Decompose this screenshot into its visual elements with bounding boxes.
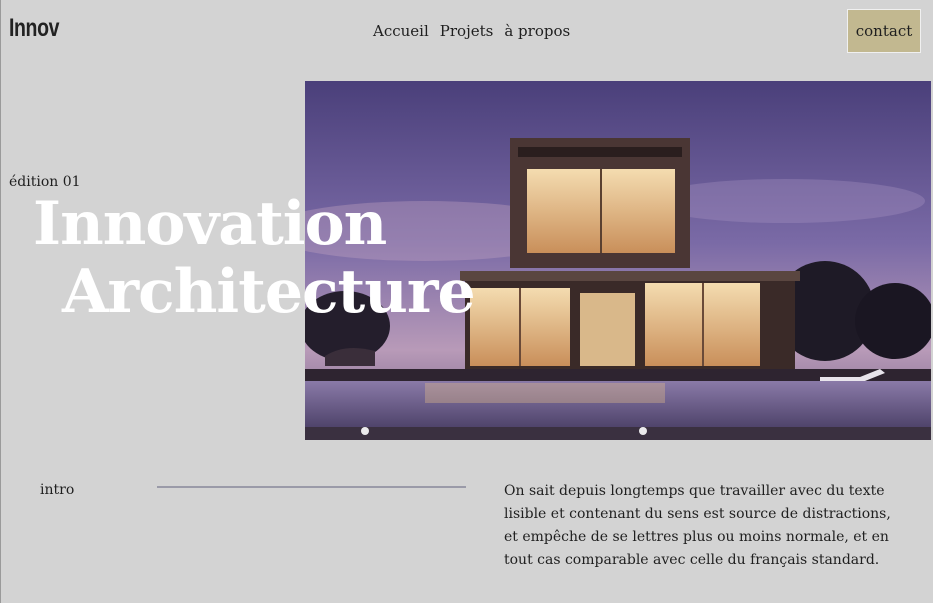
nav-item-accueil[interactable]: Accueil (373, 22, 429, 40)
hero-title: Innovation Architecture (33, 189, 476, 327)
intro-label: intro (40, 482, 75, 498)
nav-item-a-propos[interactable]: à propos (504, 22, 570, 40)
main-nav: Accueil Projets à propos (373, 22, 570, 40)
site-logo[interactable]: Innov (9, 14, 59, 43)
contact-button[interactable]: contact (847, 9, 921, 53)
intro-paragraph: On sait depuis longtemps que travailler … (504, 483, 891, 568)
hero-title-line1: Innovation (33, 189, 387, 259)
nav-item-projets[interactable]: Projets (440, 22, 494, 40)
edition-label: édition 01 (9, 174, 81, 190)
hero-title-line2: Architecture (62, 257, 476, 327)
section-divider (157, 486, 466, 488)
